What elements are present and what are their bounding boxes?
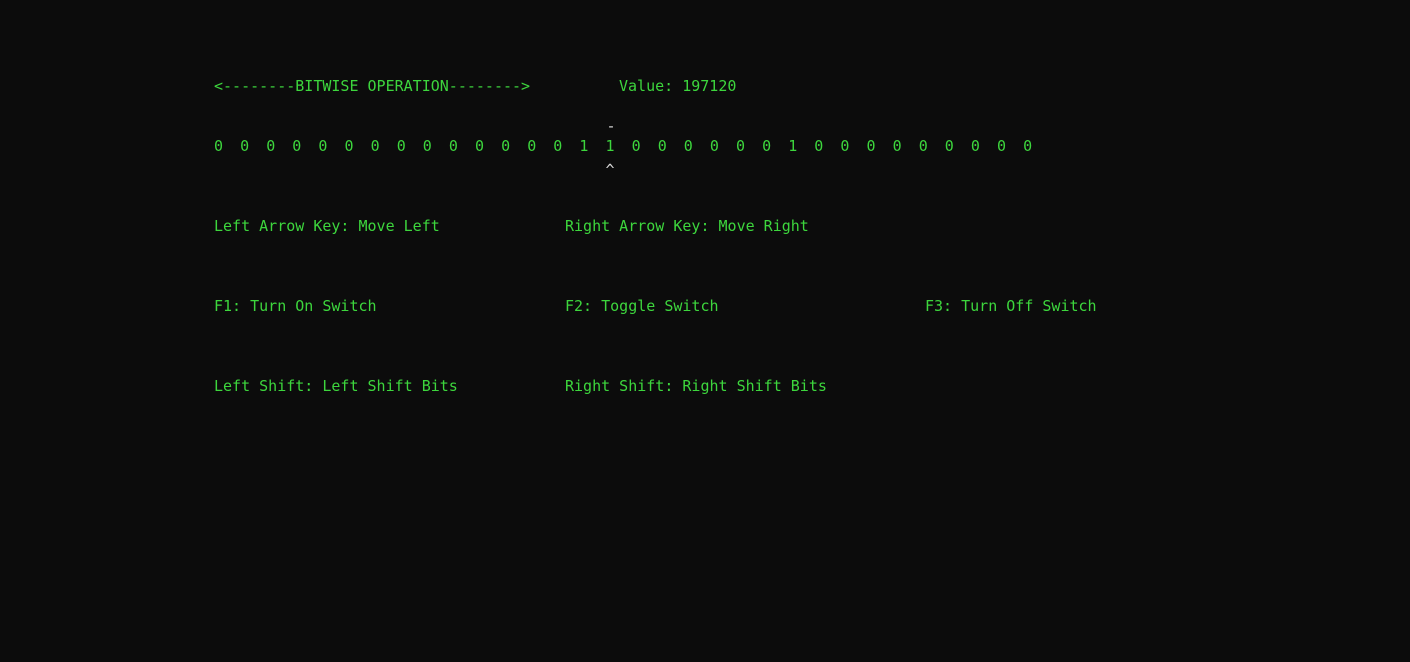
cursor-top-marker: - <box>606 117 616 135</box>
help-f1: F1: Turn On Switch <box>214 297 377 315</box>
bit-17[interactable]: 0 <box>658 136 667 156</box>
bit-27[interactable]: 0 <box>919 136 928 156</box>
help-f3: F3: Turn Off Switch <box>925 297 1097 315</box>
cursor-bottom-marker: ^ <box>605 161 615 179</box>
bit-12[interactable]: 0 <box>527 136 536 156</box>
bit-31[interactable]: 0 <box>1023 136 1032 156</box>
bit-29[interactable]: 0 <box>971 136 980 156</box>
bit-16[interactable]: 0 <box>632 136 641 156</box>
bit-13[interactable]: 0 <box>553 136 562 156</box>
bit-19[interactable]: 0 <box>710 136 719 156</box>
bit-6[interactable]: 0 <box>371 136 380 156</box>
bit-10[interactable]: 0 <box>475 136 484 156</box>
bit-25[interactable]: 0 <box>867 136 876 156</box>
bit-row[interactable]: 00000000000000110000001000000000 <box>214 136 1074 156</box>
bit-21[interactable]: 0 <box>762 136 771 156</box>
value-number: 197120 <box>682 77 737 95</box>
help-move-left: Left Arrow Key: Move Left <box>214 217 440 235</box>
page-title: <--------BITWISE OPERATION--------> <box>214 77 531 95</box>
help-shift-left: Left Shift: Left Shift Bits <box>214 377 458 395</box>
bit-1[interactable]: 0 <box>240 136 249 156</box>
bit-7[interactable]: 0 <box>397 136 406 156</box>
bit-8[interactable]: 0 <box>423 136 432 156</box>
help-move-right: Right Arrow Key: Move Right <box>565 217 809 235</box>
bit-5[interactable]: 0 <box>345 136 354 156</box>
bit-3[interactable]: 0 <box>292 136 301 156</box>
bit-22[interactable]: 1 <box>788 136 797 156</box>
help-shift-right: Right Shift: Right Shift Bits <box>565 377 827 395</box>
value-readout: Value: 197120 <box>619 76 736 96</box>
bit-0[interactable]: 0 <box>214 136 223 156</box>
bit-28[interactable]: 0 <box>945 136 954 156</box>
bit-30[interactable]: 0 <box>997 136 1006 156</box>
bit-9[interactable]: 0 <box>449 136 458 156</box>
bit-15[interactable]: 1 <box>606 136 615 156</box>
bit-4[interactable]: 0 <box>318 136 327 156</box>
bit-11[interactable]: 0 <box>501 136 510 156</box>
bit-14[interactable]: 1 <box>579 136 588 156</box>
help-f2: F2: Toggle Switch <box>565 297 719 315</box>
value-label: Value: <box>619 77 674 95</box>
bit-24[interactable]: 0 <box>840 136 849 156</box>
bit-23[interactable]: 0 <box>814 136 823 156</box>
bit-18[interactable]: 0 <box>684 136 693 156</box>
bit-26[interactable]: 0 <box>893 136 902 156</box>
bit-20[interactable]: 0 <box>736 136 745 156</box>
bit-2[interactable]: 0 <box>266 136 275 156</box>
